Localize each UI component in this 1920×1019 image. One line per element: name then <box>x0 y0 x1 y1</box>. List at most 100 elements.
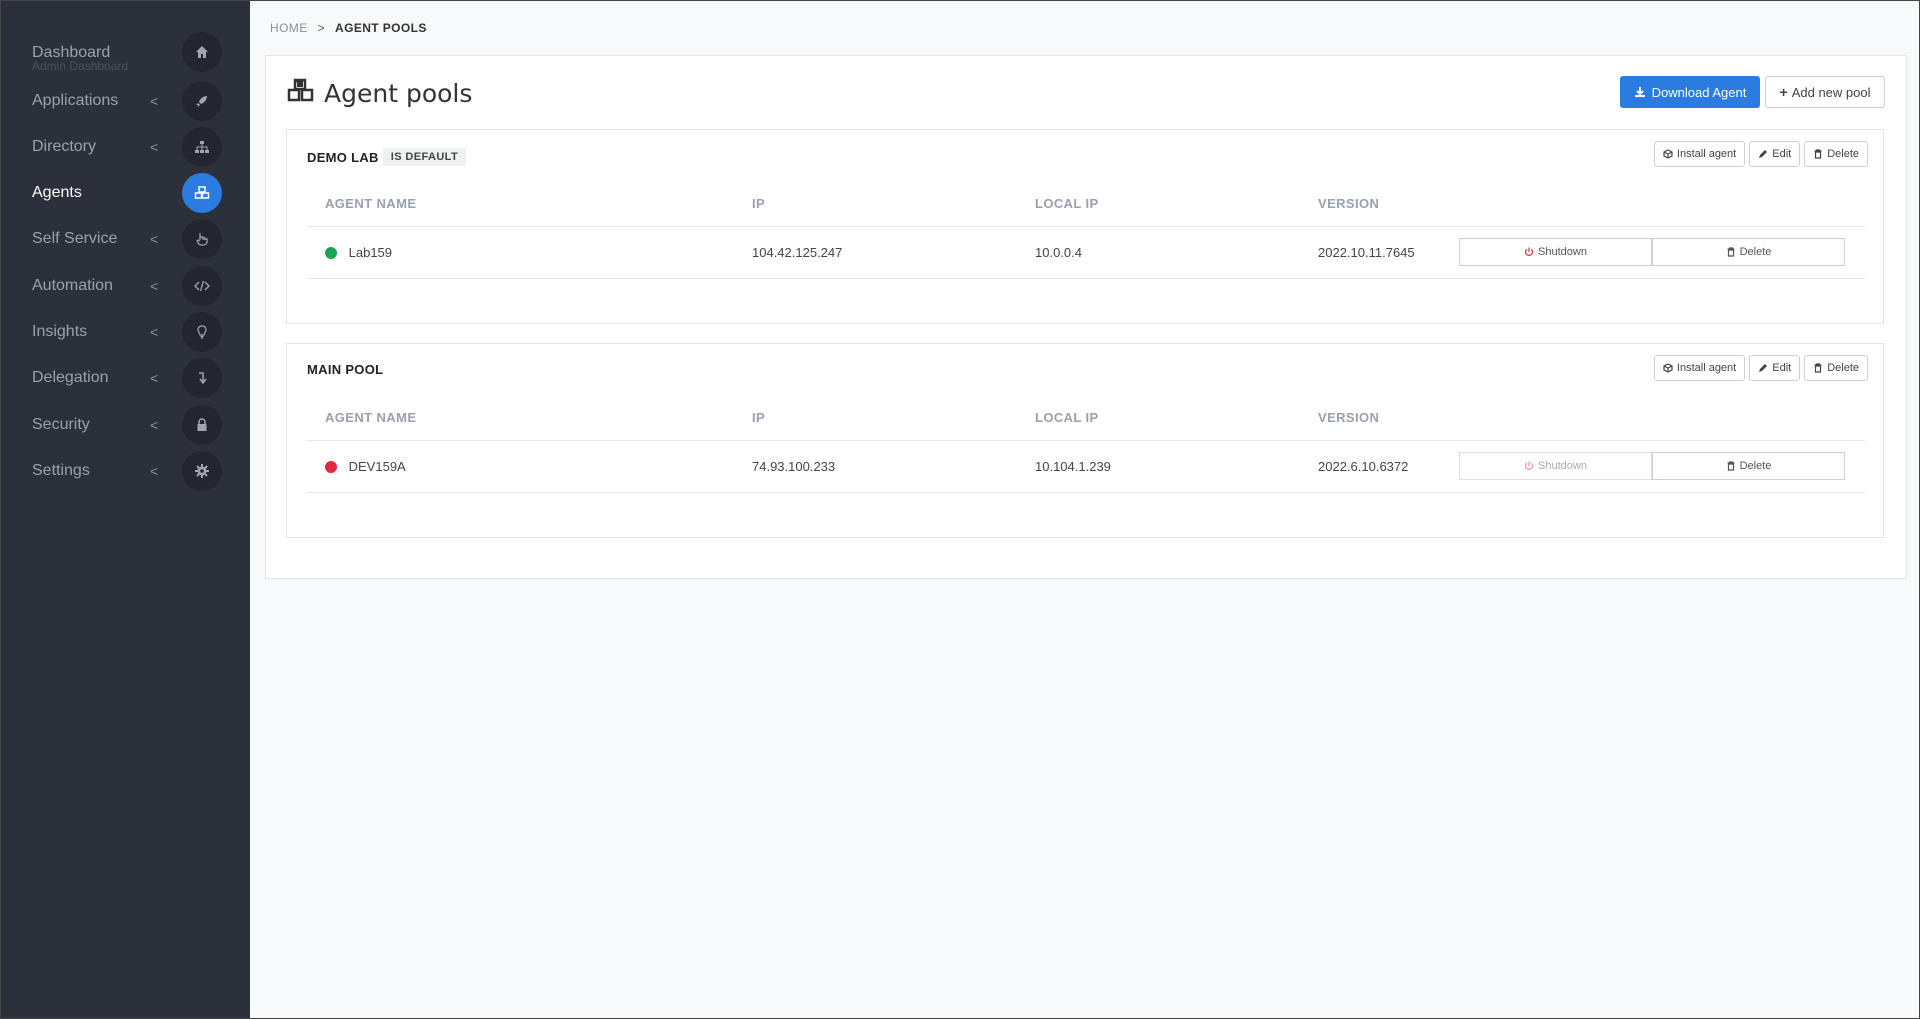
sidebar-item-automation[interactable]: Automation < <box>0 263 250 309</box>
sidebar: Dashboard Admin Dashboard Applications <… <box>0 0 250 1019</box>
level-down-icon <box>182 358 222 398</box>
power-icon <box>1524 461 1534 470</box>
breadcrumb: HOME > AGENT POOLS <box>270 21 427 35</box>
sidebar-item-label: Security <box>32 416 90 433</box>
agent-local-ip: 10.104.1.239 <box>1017 440 1300 493</box>
pencil-icon <box>1759 150 1768 158</box>
chevron-left-icon: < <box>150 231 159 247</box>
shutdown-button[interactable]: Shutdown <box>1459 238 1652 266</box>
pool-actions: Install agent Edit Delete <box>1653 141 1868 167</box>
sidebar-item-applications[interactable]: Applications < <box>0 78 250 124</box>
hand-pointer-icon <box>182 219 222 259</box>
delete-label: Delete <box>1827 362 1859 374</box>
delete-agent-button[interactable]: Delete <box>1652 452 1845 480</box>
add-new-pool-button[interactable]: + Add new pool <box>1765 76 1885 108</box>
sidebar-item-sublabel: Admin Dashboard <box>32 59 129 73</box>
add-new-pool-label: Add new pool <box>1791 84 1871 100</box>
table-header-row: AGENT NAME IP LOCAL IP VERSION <box>307 396 1865 441</box>
download-agent-button[interactable]: Download Agent <box>1620 76 1760 108</box>
delete-pool-button[interactable]: Delete <box>1804 355 1868 381</box>
column-header-version: VERSION <box>1300 396 1441 441</box>
cube-icon <box>1663 149 1673 159</box>
edit-pool-button[interactable]: Edit <box>1749 141 1801 167</box>
column-header-actions <box>1441 396 1865 441</box>
sidebar-item-label: Settings <box>32 462 90 479</box>
install-agent-button[interactable]: Install agent <box>1653 355 1746 381</box>
agent-ip: 74.93.100.233 <box>734 440 1017 493</box>
agent-name: DEV159A <box>348 459 406 475</box>
breadcrumb-current: AGENT POOLS <box>335 21 427 35</box>
pool-demo-lab: DEMO LAB IS DEFAULT Install agent Edit D… <box>286 129 1884 324</box>
pool-header: DEMO LAB IS DEFAULT <box>307 148 467 166</box>
lock-icon <box>182 405 222 445</box>
chevron-left-icon: < <box>150 463 159 479</box>
shutdown-label: Shutdown <box>1538 460 1587 472</box>
install-agent-label: Install agent <box>1676 362 1737 374</box>
code-icon <box>182 266 222 306</box>
cubes-icon <box>286 78 316 109</box>
column-header-ip: IP <box>734 396 1017 441</box>
sidebar-item-label: Self Service <box>32 230 118 247</box>
download-icon <box>1634 87 1645 97</box>
breadcrumb-home-link[interactable]: HOME <box>270 21 308 35</box>
column-header-version: VERSION <box>1300 182 1441 227</box>
agents-table: AGENT NAME IP LOCAL IP VERSION Lab159 10… <box>307 182 1865 279</box>
sidebar-item-security[interactable]: Security < <box>0 402 250 448</box>
status-offline-icon <box>325 460 337 473</box>
sidebar-item-settings[interactable]: Settings < <box>0 448 250 494</box>
pool-main-pool: MAIN POOL Install agent Edit Delete AGEN… <box>286 343 1884 538</box>
sidebar-item-label: Applications <box>32 92 119 109</box>
sidebar-item-directory[interactable]: Directory < <box>0 124 250 170</box>
install-agent-button[interactable]: Install agent <box>1653 141 1746 167</box>
agent-name: Lab159 <box>348 245 393 261</box>
pool-title: DEMO LAB <box>307 149 379 165</box>
page-title: Agent pools <box>324 79 473 108</box>
breadcrumb-separator-icon: > <box>317 21 326 35</box>
home-icon <box>182 32 222 72</box>
default-badge: IS DEFAULT <box>382 148 467 166</box>
sidebar-item-dashboard[interactable]: Dashboard Admin Dashboard <box>0 29 250 75</box>
edit-pool-button[interactable]: Edit <box>1749 355 1801 381</box>
column-header-local-ip: LOCAL IP <box>1017 396 1300 441</box>
chevron-left-icon: < <box>150 139 159 155</box>
download-agent-label: Download Agent <box>1651 84 1747 100</box>
page-header: Agent pools <box>286 78 472 109</box>
column-header-local-ip: LOCAL IP <box>1017 182 1300 227</box>
shutdown-label: Shutdown <box>1538 246 1587 258</box>
lightbulb-icon <box>182 312 222 352</box>
sitemap-icon <box>182 127 222 167</box>
delete-label: Delete <box>1739 246 1772 258</box>
pencil-icon <box>1759 364 1768 372</box>
plus-icon: + <box>1779 84 1788 100</box>
table-header-row: AGENT NAME IP LOCAL IP VERSION <box>307 182 1865 227</box>
agent-actions: Shutdown Delete <box>1441 440 1865 493</box>
agent-name-cell: Lab159 <box>307 226 734 279</box>
sidebar-item-label: Insights <box>32 323 88 340</box>
power-icon <box>1524 247 1534 256</box>
sidebar-item-self-service[interactable]: Self Service < <box>0 216 250 262</box>
cube-icon <box>1663 363 1673 373</box>
sidebar-item-delegation[interactable]: Delegation < <box>0 355 250 401</box>
sidebar-item-insights[interactable]: Insights < <box>0 309 250 355</box>
agents-table: AGENT NAME IP LOCAL IP VERSION DEV159A 7… <box>307 396 1865 493</box>
pool-actions: Install agent Edit Delete <box>1653 355 1868 381</box>
agent-version: 2022.10.11.7645 <box>1300 226 1441 279</box>
edit-label: Edit <box>1772 148 1792 160</box>
column-header-actions <box>1441 182 1865 227</box>
status-online-icon <box>325 246 337 259</box>
chevron-left-icon: < <box>150 417 159 433</box>
rocket-icon <box>182 81 222 121</box>
table-row: Lab159 104.42.125.247 10.0.0.4 2022.10.1… <box>307 226 1865 279</box>
sidebar-item-label: Directory <box>32 138 97 155</box>
delete-agent-button[interactable]: Delete <box>1652 238 1845 266</box>
sidebar-item-label: Delegation <box>32 369 109 386</box>
trash-icon <box>1727 461 1735 471</box>
agent-version: 2022.6.10.6372 <box>1300 440 1441 493</box>
shutdown-button[interactable]: Shutdown <box>1459 452 1652 480</box>
sidebar-item-agents[interactable]: Agents <box>0 170 250 216</box>
table-row: DEV159A 74.93.100.233 10.104.1.239 2022.… <box>307 440 1865 493</box>
agent-pools-card: Agent pools Download Agent + Add new poo… <box>265 55 1907 579</box>
column-header-ip: IP <box>734 182 1017 227</box>
delete-pool-button[interactable]: Delete <box>1804 141 1868 167</box>
agent-local-ip: 10.0.0.4 <box>1017 226 1300 279</box>
